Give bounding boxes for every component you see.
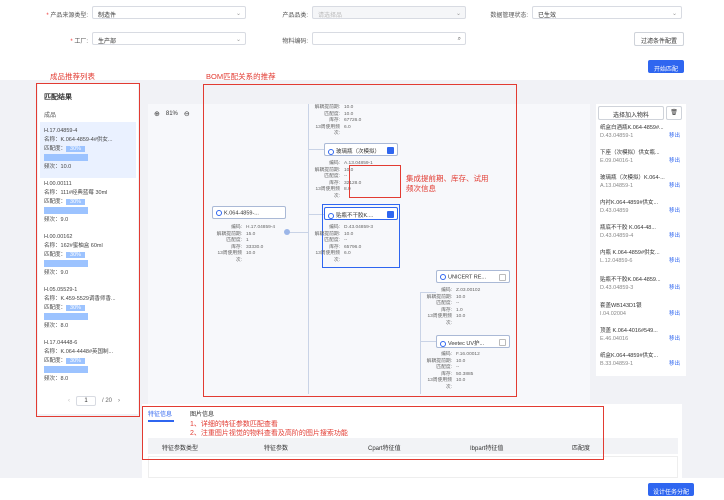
selected-material-item: 瓶底不干胶 K.064-48... D.43.04859-4 移出 (600, 224, 682, 240)
remove-link[interactable]: 移出 (669, 207, 680, 215)
remove-link[interactable]: 移出 (669, 132, 680, 140)
chevron-down-icon: ⌄ (671, 11, 677, 17)
material-name: 纸盒K.064-4859#供女... (600, 353, 659, 359)
remove-link[interactable]: 移出 (669, 157, 680, 165)
annotation-lead-time: 集成提前期、库存、试用频次信息 (406, 174, 489, 193)
material-name: 内瓶 K.064-4859#供女... (600, 250, 660, 256)
annotation-box-lead-time (349, 165, 401, 198)
material-name: 下座（次模拟）供女瓶... (600, 150, 660, 156)
material-name: 瓶底不干胶 K.064-48... (600, 225, 656, 231)
material-name: 贴瓶不干胶K.064-4859... (600, 277, 661, 283)
selected-material-item: 玻璃瓶（次模拟）K.064-... A.13.04859-1 移出 (600, 174, 682, 190)
annotation-product-list: 成品推荐列表 (50, 72, 95, 81)
zoom-level: 81% (165, 111, 178, 117)
annotation-box-product-list (36, 83, 140, 417)
footer-bar (0, 478, 724, 500)
search-icon[interactable]: ⌕ (458, 36, 461, 43)
material-name: 套盖WB143D1银 (600, 303, 642, 309)
filter-config-button[interactable]: 过滤条件配置 (634, 32, 684, 46)
annotation-bom-relation: BOM匹配关系的推荐 (206, 72, 276, 81)
selected-material-item: 纸盒白酒瓶K.064-4859#... D.43.04859-1 移出 (600, 124, 682, 140)
trash-icon[interactable]: 🗑 (666, 106, 682, 120)
selected-material-item: 贴瓶不干胶K.064-4859... D.43.04859-3 移出 (600, 276, 682, 292)
remove-link[interactable]: 移出 (669, 284, 680, 292)
start-match-button[interactable]: 开始匹配 (648, 60, 684, 73)
product-category-select[interactable]: 请选择品 ⌄ (312, 6, 466, 19)
material-name: 玻璃瓶（次模拟）K.064-... (600, 175, 665, 181)
selected-material-item: 套盖WB143D1银 I.04.02004 移出 (600, 302, 682, 318)
zoom-controls: ⊕ 81% ⊖ (154, 110, 190, 118)
zoom-out-icon[interactable]: ⊖ (184, 110, 190, 118)
task-assign-button[interactable]: 设计任务分配 (648, 483, 694, 496)
annotation-box-detail (142, 406, 604, 460)
zoom-in-icon[interactable]: ⊕ (154, 110, 160, 118)
data-status-label: 数据管理状态: (490, 13, 528, 19)
remove-link[interactable]: 移出 (669, 257, 680, 265)
selected-material-item: 内瓶 K.064-4859#供女... L.12.04859-6 移出 (600, 249, 682, 265)
selected-material-item: 顶盖 K.064-4016#549... E.46.04016 移出 (600, 327, 682, 343)
factory-select[interactable]: 生产部 ⌄ (92, 32, 246, 45)
material-name: 内衬K.064-4859#供女... (600, 200, 659, 206)
product-source-type-label: * 产品来源类型: (46, 13, 88, 19)
data-status-select[interactable]: 已生效 ⌄ (532, 6, 682, 19)
product-category-label: 产品品类: (282, 13, 308, 19)
selected-material-item: 纸盒K.064-4859#供女... B.33.04859-1 移出 (600, 352, 682, 368)
remove-link[interactable]: 移出 (669, 182, 680, 190)
add-material-button[interactable]: 选择加入物料 (598, 106, 664, 120)
remove-link[interactable]: 移出 (669, 310, 680, 318)
factory-label: * 工厂: (70, 39, 88, 45)
material-name: 纸盒白酒瓶K.064-4859#... (600, 125, 664, 131)
annotation-box-bom (203, 84, 517, 397)
remove-link[interactable]: 移出 (669, 232, 680, 240)
material-name: 顶盖 K.064-4016#549... (600, 328, 658, 334)
remove-link[interactable]: 移出 (669, 335, 680, 343)
material-code-input[interactable]: ⌕ (312, 32, 466, 45)
product-source-type-select[interactable]: 制造件 ⌄ (92, 6, 246, 19)
material-code-label: 物料编码: (282, 39, 308, 45)
selected-material-item: 下座（次模拟）供女瓶... E.09.04016-1 移出 (600, 149, 682, 165)
selected-material-item: 内衬K.064-4859#供女... D.43.04859 移出 (600, 199, 682, 215)
remove-link[interactable]: 移出 (669, 360, 680, 368)
